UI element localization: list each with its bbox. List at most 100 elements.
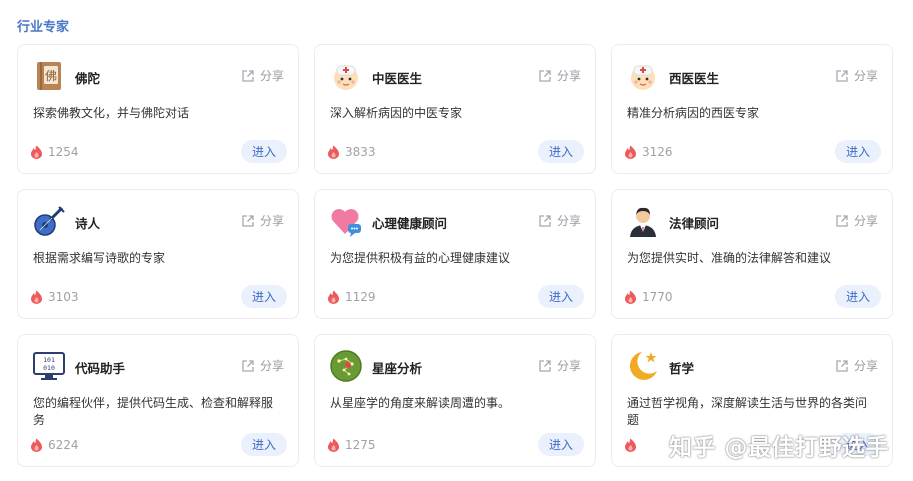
card-description: 根据需求编写诗歌的专家 (33, 251, 166, 265)
guitar-icon (32, 204, 66, 238)
expert-card[interactable]: 星座分析 分享 从星座学的角度来解读周遭的事。 1275 进入 (314, 334, 596, 467)
watermark: 知乎 @最佳打野选手 (668, 435, 889, 461)
share-label: 分享 (853, 69, 878, 83)
heat-count: 3126 (624, 145, 673, 159)
fire-icon (327, 290, 340, 304)
card-title: 法律顾问 (669, 216, 720, 231)
heat-value: 1275 (345, 438, 376, 452)
heat-count: 1129 (327, 290, 376, 304)
section-title: 行业专家 (17, 20, 70, 35)
heat-value: 1129 (345, 290, 376, 304)
fire-icon (327, 145, 340, 159)
fire-icon (30, 145, 43, 159)
expert-card[interactable]: 心理健康顾问 分享 为您提供积极有益的心理健康建议 1129 进入 (314, 189, 596, 319)
heat-value: 1254 (48, 145, 79, 159)
share-button[interactable]: 分享 (241, 357, 284, 374)
code-monitor-icon: 101 010 (32, 349, 66, 383)
moon-star-icon (626, 349, 660, 383)
heat-count: 3833 (327, 145, 376, 159)
heat-count: 1770 (624, 290, 673, 304)
share-icon (538, 214, 552, 228)
share-button[interactable]: 分享 (835, 357, 878, 374)
enter-button[interactable]: 进入 (241, 433, 287, 456)
expert-card[interactable]: 法律顾问 分享 为您提供实时、准确的法律解答和建议 1770 进入 (611, 189, 893, 319)
enter-button[interactable]: 进入 (835, 140, 881, 163)
svg-text:010: 010 (43, 364, 55, 372)
card-title: 西医医生 (669, 71, 720, 86)
enter-button[interactable]: 进入 (835, 285, 881, 308)
fire-icon (624, 145, 637, 159)
heat-value: 3103 (48, 290, 79, 304)
heat-count (624, 438, 642, 452)
share-icon (241, 69, 255, 83)
svg-text:佛: 佛 (45, 69, 57, 83)
expert-card[interactable]: 中医医生 分享 深入解析病因的中医专家 3833 进入 (314, 44, 596, 174)
card-description: 从星座学的角度来解读周遭的事。 (330, 396, 511, 410)
card-description: 探索佛教文化，并与佛陀对话 (33, 106, 190, 120)
card-title: 佛陀 (75, 71, 101, 86)
card-description: 您的编程伙伴，提供代码生成、检查和解释服务 (33, 396, 274, 427)
enter-button[interactable]: 进入 (241, 285, 287, 308)
expert-grid: 佛 佛陀 分享 探索佛教文化，并与佛陀对话 1254 进入 中医医生 分享 深入… (17, 44, 893, 467)
heat-value: 3126 (642, 145, 673, 159)
doctor-icon (626, 59, 660, 93)
heat-count: 3103 (30, 290, 79, 304)
heat-count: 1275 (327, 438, 376, 452)
expert-card[interactable]: 诗人 分享 根据需求编写诗歌的专家 3103 进入 (17, 189, 299, 319)
enter-button[interactable]: 进入 (538, 285, 584, 308)
share-icon (835, 69, 849, 83)
share-label: 分享 (556, 359, 581, 373)
share-icon (835, 359, 849, 373)
card-title: 中医医生 (372, 71, 423, 86)
heart-chat-icon (329, 204, 363, 238)
enter-button[interactable]: 进入 (538, 140, 584, 163)
share-button[interactable]: 分享 (538, 357, 581, 374)
doctor-icon (329, 59, 363, 93)
enter-button[interactable]: 进入 (241, 140, 287, 163)
constellation-icon (329, 349, 363, 383)
card-title: 星座分析 (372, 361, 423, 376)
expert-card[interactable]: 101 010 代码助手 分享 您的编程伙伴，提供代码生成、检查和解释服务 622… (17, 334, 299, 467)
share-label: 分享 (259, 214, 284, 228)
card-title: 哲学 (669, 361, 695, 376)
svg-text:101: 101 (43, 356, 55, 364)
fire-icon (624, 438, 637, 452)
share-icon (538, 69, 552, 83)
share-icon (835, 214, 849, 228)
share-icon (241, 214, 255, 228)
share-label: 分享 (259, 69, 284, 83)
share-icon (241, 359, 255, 373)
share-label: 分享 (853, 214, 878, 228)
card-description: 精准分析病因的西医专家 (627, 106, 760, 120)
share-button[interactable]: 分享 (241, 212, 284, 229)
heat-value: 1770 (642, 290, 673, 304)
expert-card[interactable]: 佛 佛陀 分享 探索佛教文化，并与佛陀对话 1254 进入 (17, 44, 299, 174)
card-title: 代码助手 (75, 361, 126, 376)
heat-count: 6224 (30, 438, 79, 452)
enter-button[interactable]: 进入 (538, 433, 584, 456)
expert-card[interactable]: 西医医生 分享 精准分析病因的西医专家 3126 进入 (611, 44, 893, 174)
lawyer-icon (626, 204, 660, 238)
fire-icon (30, 438, 43, 452)
share-button[interactable]: 分享 (835, 212, 878, 229)
heat-value: 3833 (345, 145, 376, 159)
share-button[interactable]: 分享 (538, 212, 581, 229)
card-description: 深入解析病因的中医专家 (330, 106, 463, 120)
share-label: 分享 (556, 69, 581, 83)
buddha-book-icon: 佛 (32, 59, 66, 93)
share-icon (538, 359, 552, 373)
card-description: 为您提供实时、准确的法律解答和建议 (627, 251, 832, 265)
card-description: 通过哲学视角，深度解读生活与世界的各类问题 (627, 396, 868, 427)
share-label: 分享 (556, 214, 581, 228)
fire-icon (30, 290, 43, 304)
heat-count: 1254 (30, 145, 79, 159)
heat-value: 6224 (48, 438, 79, 452)
fire-icon (327, 438, 340, 452)
share-button[interactable]: 分享 (241, 67, 284, 84)
card-title: 诗人 (75, 216, 101, 231)
share-button[interactable]: 分享 (538, 67, 581, 84)
share-label: 分享 (853, 359, 878, 373)
share-button[interactable]: 分享 (835, 67, 878, 84)
fire-icon (624, 290, 637, 304)
card-description: 为您提供积极有益的心理健康建议 (330, 251, 511, 265)
